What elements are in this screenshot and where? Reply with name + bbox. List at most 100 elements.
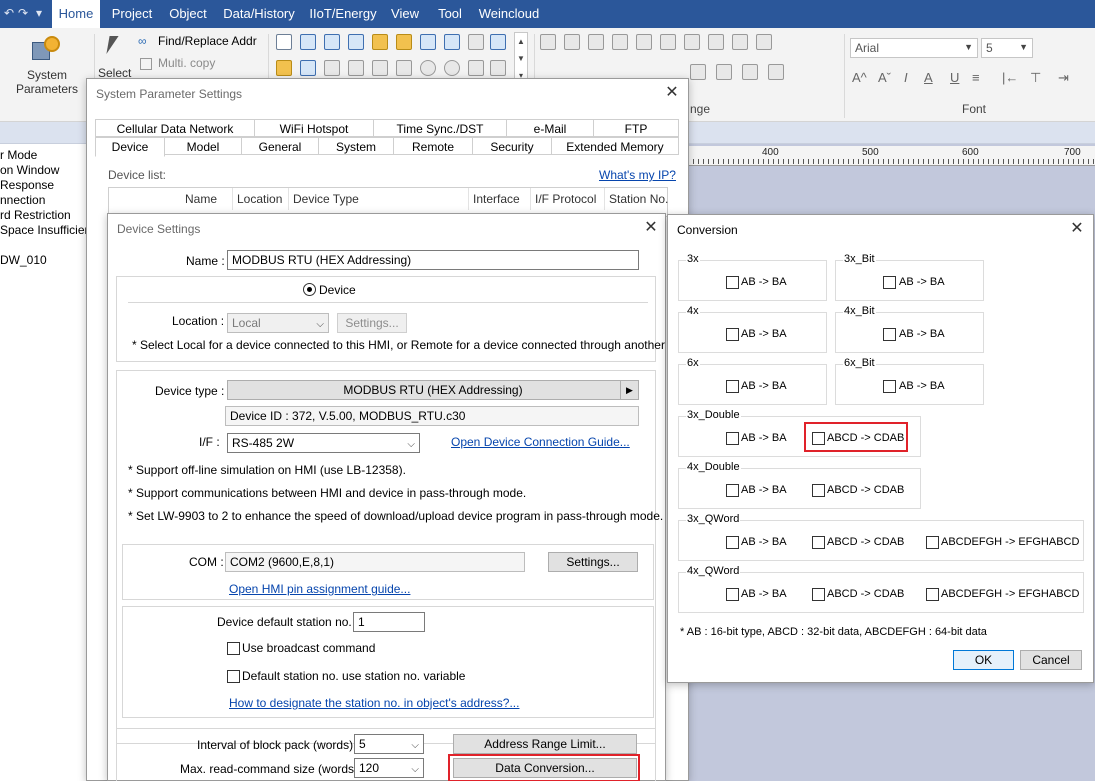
checkbox-4x-double-ab-ba[interactable]: [726, 484, 739, 497]
font-size-select[interactable]: 5 ▼: [981, 38, 1033, 58]
address-range-limit-button[interactable]: Address Range Limit...: [453, 734, 637, 754]
default-station-var-checkbox[interactable]: [227, 670, 240, 683]
cancel-button[interactable]: Cancel: [1020, 650, 1082, 670]
checkbox-6x-bit-ab-ba[interactable]: [883, 380, 896, 393]
project-tree: r Mode on Window Response nnection rd Re…: [0, 144, 89, 781]
font-format-toolbar[interactable]: A^ Aˇ I A U ≡ |← ⊤ ⇥: [852, 70, 1092, 88]
device-radio[interactable]: [303, 283, 316, 296]
location-settings-button[interactable]: Settings...: [337, 313, 407, 333]
tree-item[interactable]: Space Insufficier: [0, 223, 89, 237]
checkbox-4x-qword-abcdefgh-efghabcd[interactable]: [926, 588, 939, 601]
tree-item[interactable]: DW_010: [0, 253, 47, 267]
tab-time-sync[interactable]: Time Sync./DST: [373, 119, 507, 137]
menu-project[interactable]: Project: [106, 0, 158, 28]
system-parameters-button[interactable]: System Parameters: [10, 34, 84, 100]
close-icon[interactable]: ✕: [643, 220, 659, 236]
column-name[interactable]: Name: [181, 188, 233, 210]
device-type-button[interactable]: MODBUS RTU (HEX Addressing) ▶: [227, 380, 639, 400]
distribute-v-icon: [708, 34, 724, 50]
gallery-scroll[interactable]: ▲ ▼ ▾: [514, 32, 528, 84]
menu-object[interactable]: Object: [164, 0, 212, 28]
chevron-down-icon: ⌵: [407, 439, 415, 450]
menu-home[interactable]: Home: [52, 0, 100, 28]
multi-copy-button[interactable]: Multi. copy: [138, 56, 238, 72]
checkbox-4x-ab-ba[interactable]: [726, 328, 739, 341]
ok-button[interactable]: OK: [953, 650, 1014, 670]
tab-remote[interactable]: Remote: [393, 137, 473, 155]
underline-icon: U: [950, 70, 960, 85]
tree-item[interactable]: rd Restriction: [0, 208, 71, 222]
menu-view[interactable]: View: [386, 0, 424, 28]
tab-device[interactable]: Device: [95, 137, 165, 157]
device-radio-label: Device: [319, 283, 356, 297]
max-read-value: 120: [359, 761, 380, 775]
checkbox-3x-bit-ab-ba[interactable]: [883, 276, 896, 289]
menu-tool[interactable]: Tool: [430, 0, 470, 28]
quick-access-dropdown-icon[interactable]: ▾: [36, 6, 42, 20]
label-4x-double-ab-ba: AB -> BA: [741, 484, 787, 496]
whats-my-ip-link[interactable]: What's my IP?: [599, 168, 676, 182]
checkbox-4x-qword-ab-ba[interactable]: [726, 588, 739, 601]
tree-item[interactable]: nnection: [0, 193, 45, 207]
label-4x-qword-abcdefgh-efghabcd: ABCDEFGH -> EFGHABCD: [941, 588, 1080, 600]
tree-item[interactable]: r Mode: [0, 148, 37, 162]
checkbox-3x-double-ab-ba[interactable]: [726, 432, 739, 445]
tree-item[interactable]: on Window: [0, 163, 59, 177]
station-input[interactable]: 1: [353, 612, 425, 632]
column-station-no[interactable]: Station No.: [605, 188, 669, 210]
checkbox-3x-qword-abcdefgh-efghabcd[interactable]: [926, 536, 939, 549]
dialog-title: Conversion: [668, 215, 1093, 245]
object-gallery[interactable]: [272, 32, 512, 80]
close-icon[interactable]: ✕: [1069, 221, 1085, 237]
tree-item[interactable]: Response: [0, 178, 54, 192]
find-replace-button[interactable]: ∞ Find/Replace Addr: [138, 34, 264, 50]
column-location[interactable]: Location: [233, 188, 289, 210]
select-button[interactable]: Select: [98, 32, 131, 82]
menu-weincloud[interactable]: Weincloud: [476, 0, 542, 28]
checkbox-6x-ab-ba[interactable]: [726, 380, 739, 393]
if-select[interactable]: RS-485 2W ⌵: [227, 433, 420, 453]
chevron-down-icon: ▼: [964, 42, 973, 52]
tab-wifi-hotspot[interactable]: WiFi Hotspot: [254, 119, 374, 137]
checkbox-3x-qword-abcd-cdab[interactable]: [812, 536, 825, 549]
tab-model[interactable]: Model: [164, 137, 242, 155]
tab-email[interactable]: e-Mail: [506, 119, 594, 137]
traffic-light-icon: [300, 34, 316, 50]
menu-data-history[interactable]: Data/History: [218, 0, 300, 28]
menu-iiot-energy[interactable]: IIoT/Energy: [306, 0, 380, 28]
column-interface[interactable]: Interface: [469, 188, 531, 210]
column-if-protocol[interactable]: I/F Protocol: [531, 188, 605, 210]
tab-security[interactable]: Security: [472, 137, 552, 155]
tab-system[interactable]: System: [318, 137, 394, 155]
checkbox-3x-ab-ba[interactable]: [726, 276, 739, 289]
tab-general[interactable]: General: [241, 137, 319, 155]
com-settings-button[interactable]: Settings...: [548, 552, 638, 572]
tab-ftp[interactable]: FTP: [593, 119, 679, 137]
column-device-type[interactable]: Device Type: [289, 188, 469, 210]
font-name-select[interactable]: Arial ▼: [850, 38, 978, 58]
max-read-select[interactable]: 120 ⌵: [354, 758, 424, 778]
redo-icon[interactable]: ↷: [18, 6, 28, 20]
undo-icon[interactable]: ↶: [4, 6, 14, 20]
chevron-down-icon: ⌵: [316, 319, 324, 330]
checkbox-3x-qword-ab-ba[interactable]: [726, 536, 739, 549]
dialog-title: System Parameter Settings: [87, 79, 688, 109]
name-input[interactable]: MODBUS RTU (HEX Addressing): [227, 250, 639, 270]
checkbox-4x-double-abcd-cdab[interactable]: [812, 484, 825, 497]
pin-assignment-link[interactable]: Open HMI pin assignment guide...: [229, 582, 410, 596]
checkbox-4x-qword-abcd-cdab[interactable]: [812, 588, 825, 601]
find-replace-icon: ∞: [138, 34, 147, 48]
location-select[interactable]: Local ⌵: [227, 313, 329, 333]
tab-extended-memory[interactable]: Extended Memory: [551, 137, 679, 155]
close-icon[interactable]: ✕: [664, 85, 680, 101]
highlight-box: [448, 754, 640, 781]
tab-cellular[interactable]: Cellular Data Network: [95, 119, 255, 137]
system-parameters-icon: [32, 36, 62, 62]
open-device-guide-link[interactable]: Open Device Connection Guide...: [451, 435, 630, 449]
interval-select[interactable]: 5 ⌵: [354, 734, 424, 754]
valign-icon: ⊤: [1030, 70, 1042, 85]
broadcast-checkbox[interactable]: [227, 642, 240, 655]
group-4x-double-title: 4x_Double: [686, 461, 741, 473]
checkbox-4x-bit-ab-ba[interactable]: [883, 328, 896, 341]
designate-station-link[interactable]: How to designate the station no. in obje…: [229, 696, 519, 710]
